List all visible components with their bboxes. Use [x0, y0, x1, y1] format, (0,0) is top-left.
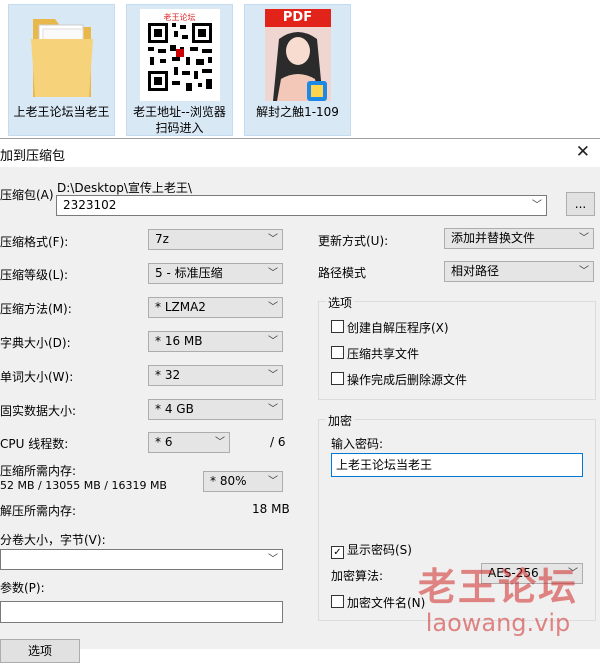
desktop-item-label: 上老王论坛当老王: [13, 105, 110, 119]
dialog-titlebar: 加到压缩包 ✕: [0, 139, 600, 167]
shared-checkbox[interactable]: 压缩共享文件: [331, 345, 419, 362]
format-label: 压缩格式(F):: [0, 235, 69, 249]
level-label: 压缩等级(L):: [0, 268, 69, 282]
level-select[interactable]: 5 - 标准压缩 ﹀: [148, 263, 283, 284]
chevron-down-icon: ﹀: [268, 234, 278, 245]
archive-name-combo[interactable]: 2323102 ﹀: [56, 195, 547, 216]
password-input[interactable]: 上老王论坛当老王: [331, 453, 583, 477]
level-value: 5 - 标准压缩: [155, 266, 223, 280]
qr-title: 老王论坛: [163, 13, 196, 22]
word-label: 单词大小(W):: [0, 370, 74, 384]
sfx-label: 创建自解压程序(X): [347, 321, 449, 335]
chevron-down-icon: ﹀: [268, 336, 278, 347]
threads-value: * 6: [155, 435, 173, 449]
update-select[interactable]: 添加并替换文件 ﹀: [444, 228, 594, 249]
dialog-title: 加到压缩包: [0, 149, 66, 164]
mem-compress-detail: 52 MB / 13055 MB / 16319 MB: [0, 479, 167, 492]
mem-compress-label: 压缩所需内存:: [0, 464, 77, 478]
word-select[interactable]: * 32 ﹀: [148, 365, 283, 386]
chevron-down-icon: ﹀: [579, 233, 589, 244]
path-mode-select[interactable]: 相对路径 ﹀: [444, 261, 594, 282]
sfx-checkbox[interactable]: 创建自解压程序(X): [331, 319, 449, 336]
pdf-file-icon: PDF: [264, 9, 331, 101]
mem-decompress-label: 解压所需内存:: [0, 504, 77, 518]
show-password-checkbox[interactable]: ✓ 显示密码(S): [331, 541, 412, 559]
checkbox-icon: [331, 346, 344, 359]
delete-checkbox[interactable]: 操作完成后删除源文件: [331, 371, 467, 388]
method-label: 压缩方法(M):: [0, 302, 72, 316]
encryption-group-title: 加密: [326, 412, 355, 429]
encrypt-names-checkbox[interactable]: 加密文件名(N): [331, 594, 425, 611]
chevron-down-icon: ﹀: [268, 476, 278, 487]
checkmark-icon: ✓: [331, 546, 344, 559]
desktop-item-folder[interactable]: 上老王论坛当老王: [8, 4, 115, 136]
threads-label: CPU 线程数:: [0, 437, 69, 451]
chevron-down-icon: ﹀: [268, 370, 278, 381]
chevron-down-icon: ﹀: [532, 200, 542, 211]
chevron-down-icon: ﹀: [268, 404, 278, 415]
chevron-down-icon: ﹀: [268, 268, 278, 279]
qr-code-icon: 老王论坛: [139, 9, 220, 101]
delete-label: 操作完成后删除源文件: [347, 373, 468, 387]
solid-select[interactable]: * 4 GB ﹀: [148, 399, 283, 420]
options-group-title: 选项: [326, 294, 355, 311]
dict-value: * 16 MB: [155, 334, 203, 348]
dict-select[interactable]: * 16 MB ﹀: [148, 331, 283, 352]
solid-value: * 4 GB: [155, 402, 194, 416]
chevron-down-icon: ﹀: [268, 554, 278, 565]
add-to-archive-dialog: 加到压缩包 ✕ 压缩包(A) D:\Desktop\宣传上老王\ 2323102…: [0, 138, 600, 663]
browse-button[interactable]: ...: [566, 192, 595, 216]
path-mode-value: 相对路径: [451, 264, 500, 278]
chevron-down-icon: ﹀: [215, 437, 225, 448]
desktop-item-qr[interactable]: 老王论坛 老王地址--浏览器扫码进入: [126, 4, 233, 136]
volume-combo[interactable]: ﹀: [0, 549, 283, 570]
method-select[interactable]: * LZMA2 ﹀: [148, 297, 283, 318]
desktop-item-label: 解封之触1-109: [256, 105, 339, 119]
archive-label: 压缩包(A): [0, 188, 54, 202]
path-mode-label: 路径模式: [318, 266, 367, 280]
chevron-down-icon: ﹀: [579, 266, 589, 277]
mem-percent-select[interactable]: * 80% ﹀: [203, 471, 283, 492]
update-value: 添加并替换文件: [451, 231, 536, 245]
desktop-item-label: 老王地址--浏览器扫码进入: [133, 105, 226, 135]
format-value: 7z: [155, 232, 169, 246]
checkbox-icon: [331, 372, 344, 385]
format-select[interactable]: 7z ﹀: [148, 229, 283, 250]
folder-icon: [30, 19, 93, 97]
params-label: 参数(P):: [0, 581, 45, 595]
mem-percent-value: * 80%: [210, 474, 247, 488]
archive-path: D:\Desktop\宣传上老王\: [57, 181, 192, 195]
chevron-down-icon: ﹀: [268, 302, 278, 313]
archive-name-value: 2323102: [63, 198, 117, 212]
word-value: * 32: [155, 368, 181, 382]
password-label: 输入密码:: [331, 437, 384, 451]
shared-label: 压缩共享文件: [347, 347, 420, 361]
watermark: 老王论坛 laowang.vip: [418, 556, 578, 637]
mem-decompress-value: 18 MB: [252, 502, 290, 516]
volume-label: 分卷大小，字节(V):: [0, 533, 106, 547]
checkbox-icon: [331, 320, 344, 333]
update-label: 更新方式(U):: [318, 234, 389, 248]
solid-label: 固实数据大小:: [0, 404, 77, 418]
method-value: * LZMA2: [155, 300, 206, 314]
encrypt-names-label: 加密文件名(N): [347, 596, 426, 610]
encryption-method-label: 加密算法:: [331, 569, 384, 583]
checkbox-icon: [331, 595, 344, 608]
dict-label: 字典大小(D):: [0, 336, 71, 350]
watermark-text: 老王论坛: [417, 565, 578, 609]
close-icon[interactable]: ✕: [576, 142, 590, 162]
watermark-url: laowang.vip: [425, 609, 571, 637]
desktop-item-pdf[interactable]: PDF 解封之触1-109: [244, 4, 351, 136]
params-input[interactable]: [0, 601, 283, 623]
threads-select[interactable]: * 6 ﹀: [148, 432, 230, 453]
options-button[interactable]: 选项: [0, 639, 80, 663]
threads-max: / 6: [270, 435, 286, 449]
desktop-area: 上老王论坛当老王 老王论坛 老王地址--浏览器扫码进入 PDF 解封之触1-10…: [0, 0, 600, 138]
show-password-label: 显示密码(S): [347, 543, 412, 557]
